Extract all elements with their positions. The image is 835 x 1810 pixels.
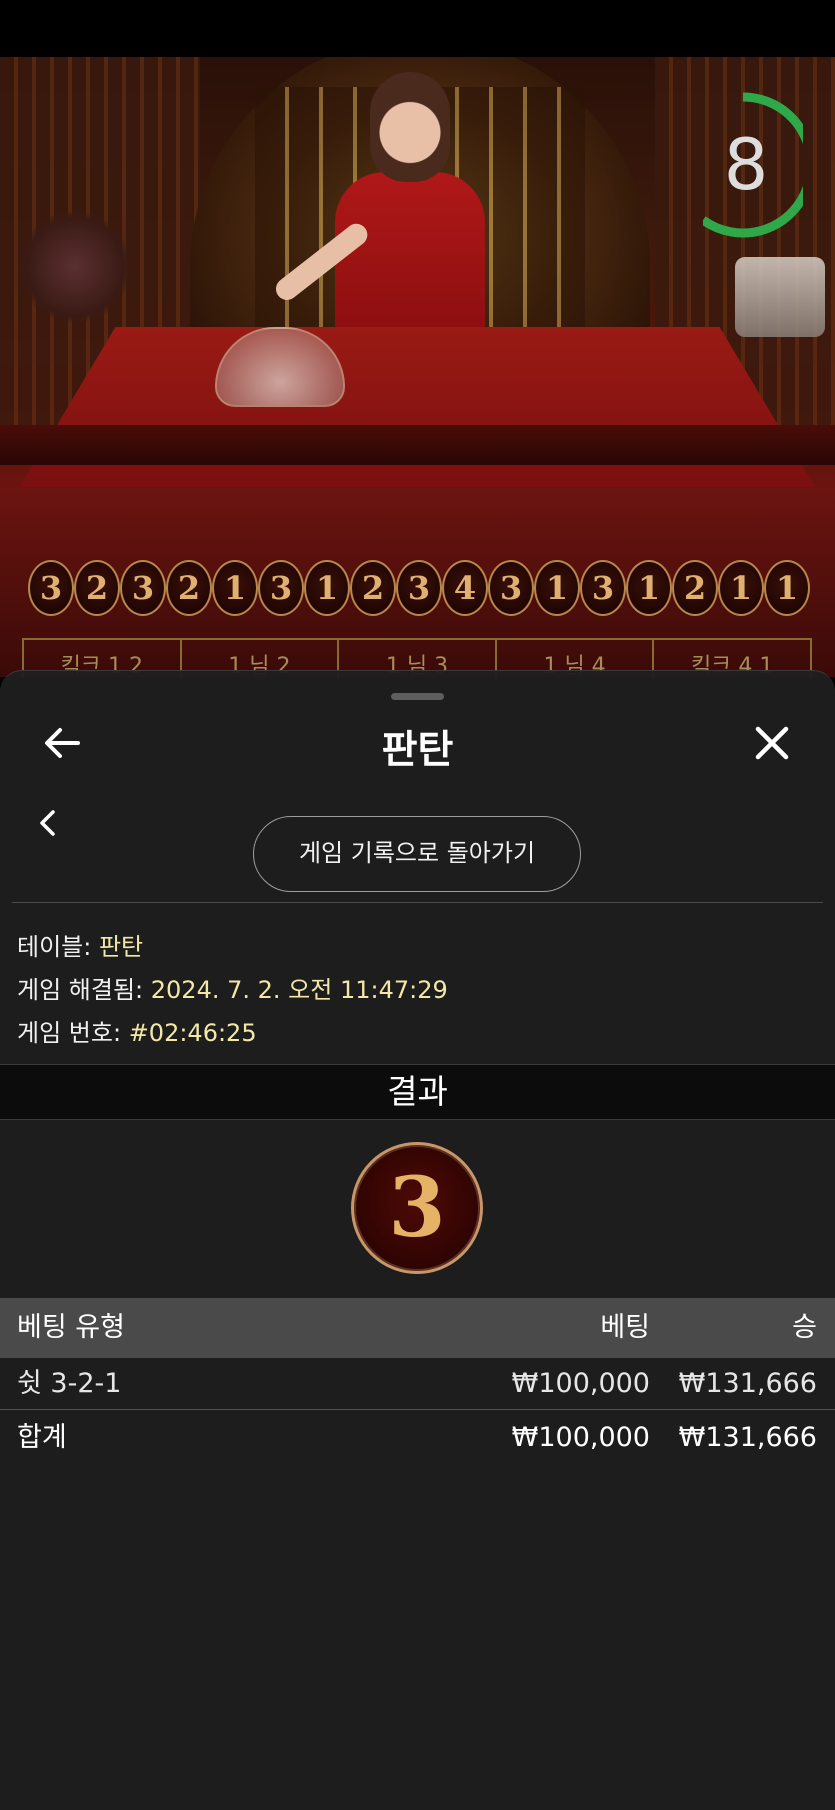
resolved-value: 2024. 7. 2. 오전 11:47:29 [150, 976, 448, 1004]
history-bead: 3 [396, 560, 442, 616]
history-bead: 1 [534, 560, 580, 616]
history-bead: 2 [74, 560, 120, 616]
bet-amount-cell: ₩100,000 [511, 1368, 650, 1399]
history-bead: 3 [580, 560, 626, 616]
column-bet: 베팅 [600, 1312, 650, 1343]
dealer-body [335, 172, 485, 342]
history-bead: 3 [120, 560, 166, 616]
history-bead: 2 [350, 560, 396, 616]
table-label: 테이블: [17, 933, 92, 961]
history-bead: 3 [488, 560, 534, 616]
result-heading: 결과 [0, 1064, 835, 1120]
result-history: 32321312343131211 [28, 560, 835, 616]
dragon-statue [735, 257, 825, 337]
game-detail-sheet: 판탄 게임 기록으로 돌아가기 테이블: 판탄 게임 해결됨: 2024. 7.… [0, 670, 835, 1810]
total-bet: ₩100,000 [511, 1422, 650, 1453]
history-bead: 2 [166, 560, 212, 616]
sheet-grabber[interactable] [391, 693, 444, 700]
total-win: ₩131,666 [678, 1422, 817, 1453]
table-info: 테이블: 판탄 [17, 927, 143, 962]
history-bead: 1 [212, 560, 258, 616]
total-row: 합계 ₩100,000 ₩131,666 [0, 1408, 835, 1464]
divider [12, 902, 823, 903]
countdown-timer: 8 [703, 90, 803, 240]
total-label: 합계 [17, 1422, 67, 1453]
bets-table-header: 베팅 유형 베팅 승 [0, 1298, 835, 1358]
game-number-label: 게임 번호: [17, 1019, 122, 1047]
column-bet-type: 베팅 유형 [17, 1312, 125, 1343]
history-bead: 3 [258, 560, 304, 616]
status-bar [0, 0, 835, 57]
bonsai-decoration [20, 207, 130, 327]
history-bead: 1 [718, 560, 764, 616]
history-bead: 1 [764, 560, 810, 616]
sheet-title: 판탄 [381, 728, 454, 773]
history-bead: 1 [304, 560, 350, 616]
result-bead: 3 [351, 1142, 483, 1274]
close-icon[interactable] [750, 721, 794, 765]
game-number-value: #02:46:25 [128, 1019, 257, 1047]
history-bead: 4 [442, 560, 488, 616]
table-rim [0, 425, 835, 465]
history-bead: 3 [28, 560, 74, 616]
table-row: 쉿 3-2-1 ₩100,000 ₩131,666 [0, 1354, 835, 1410]
dealer-head [370, 72, 450, 182]
game-number-info: 게임 번호: #02:46:25 [17, 1013, 257, 1048]
history-bead: 2 [672, 560, 718, 616]
bet-type-cell: 쉿 3-2-1 [17, 1368, 122, 1399]
resolved-label: 게임 해결됨: [17, 976, 144, 1004]
table-value: 판탄 [98, 933, 144, 961]
back-to-history-button[interactable]: 게임 기록으로 돌아가기 [253, 816, 581, 892]
column-win: 승 [792, 1312, 817, 1343]
history-bead: 1 [626, 560, 672, 616]
win-amount-cell: ₩131,666 [678, 1368, 817, 1399]
timer-value: 8 [723, 124, 769, 206]
resolved-info: 게임 해결됨: 2024. 7. 2. 오전 11:47:29 [17, 970, 448, 1005]
chevron-left-icon[interactable] [36, 806, 60, 840]
